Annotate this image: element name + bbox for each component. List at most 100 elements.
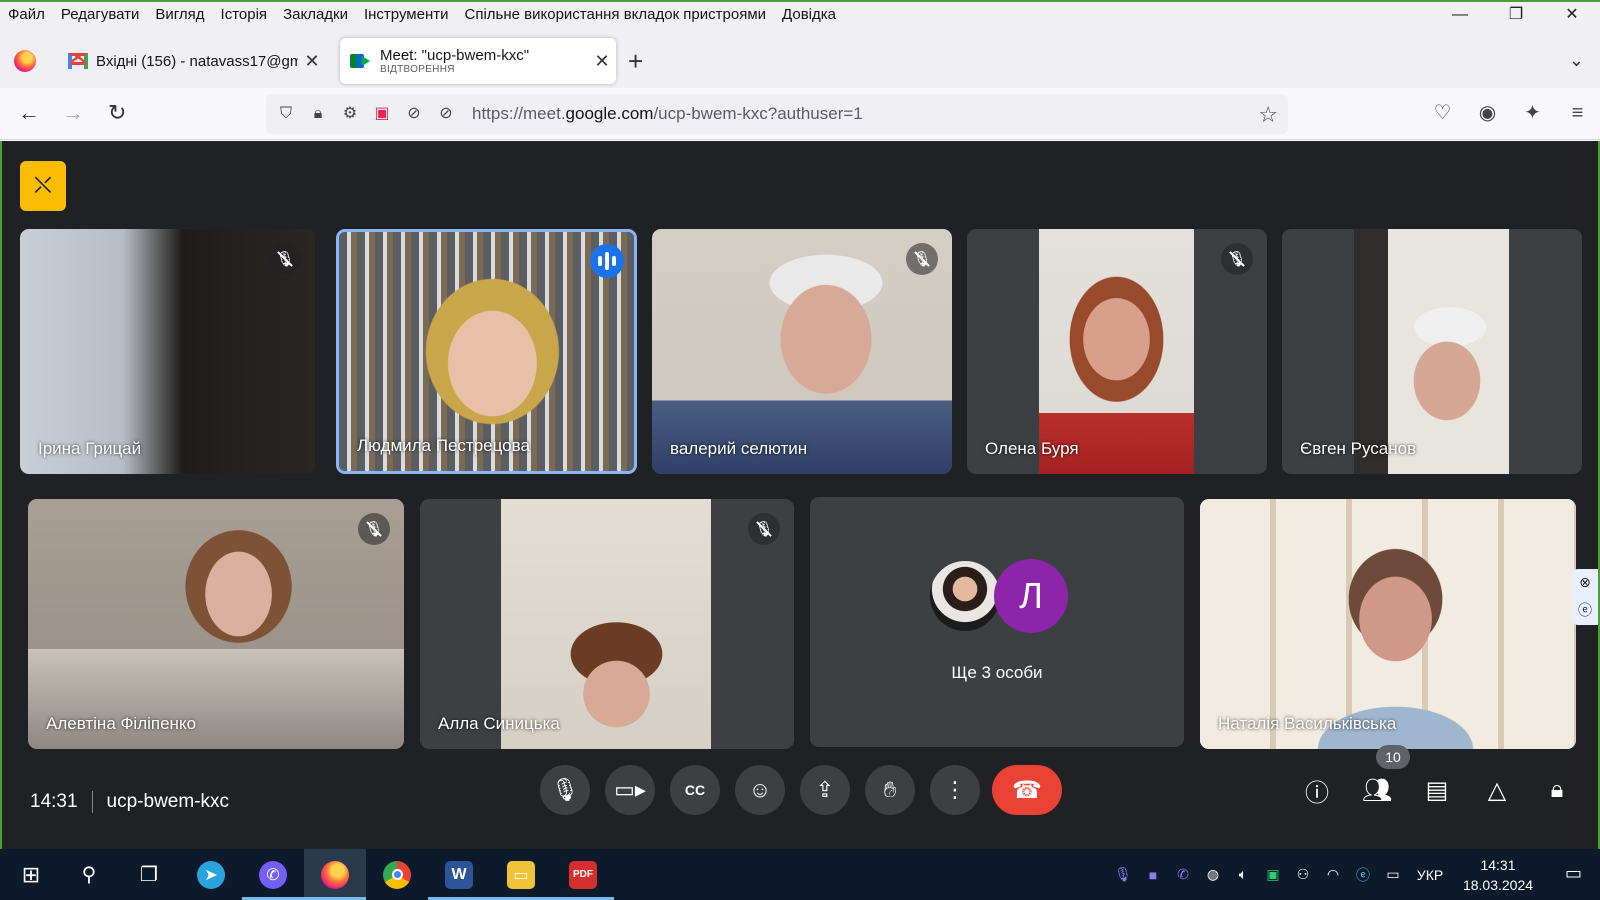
microphone-off-icon: 🎙︎ [269, 243, 301, 275]
menu-bookmarks[interactable]: Закладки [275, 6, 356, 23]
participant-tile[interactable]: 🎙︎ Олена Буря [967, 229, 1267, 474]
tray-extension-icon[interactable]: ⓔ [1350, 865, 1376, 885]
microphone-blocked-icon[interactable]: ⊘ [402, 103, 426, 125]
participant-tile[interactable]: 🎙︎ Алла Синицька [420, 499, 794, 749]
participant-video [1200, 499, 1576, 749]
minimize-button[interactable]: — [1432, 2, 1488, 28]
close-tab-icon[interactable]: ✕ [588, 51, 616, 72]
tab-meet[interactable]: Meet: "ucp-bwem-kxc" ВІДТВОРЕННЯ ✕ [340, 38, 616, 84]
participant-name: Олена Буря [985, 439, 1079, 458]
tracking-protection-shield-icon[interactable]: ⛉ [274, 103, 298, 125]
tab-audio-playing-label: ВІДТВОРЕННЯ [380, 64, 455, 75]
participant-tile[interactable]: Євген Русанов [1282, 229, 1582, 474]
participant-tile[interactable]: 🎙︎ Алевтіна Філіпенко [28, 499, 404, 749]
reactions-button[interactable]: ☺ [735, 765, 785, 815]
file-explorer-app[interactable]: ▭ [490, 849, 552, 900]
pocket-icon[interactable]: ♡ [1420, 98, 1465, 128]
new-tab-button[interactable]: + [628, 48, 643, 74]
more-participants-tile[interactable]: Л Ще 3 особи [810, 497, 1184, 747]
address-bar[interactable]: ⛉ 🔒︎ ⚙︎ ▣ ⊘ ⊘ https://meet.google.com/uc… [266, 94, 1288, 134]
participant-tile[interactable]: 🎙︎ валерий селютин [652, 229, 952, 474]
list-all-tabs-icon[interactable]: ⌄ [1569, 50, 1584, 71]
meeting-details-button[interactable]: ⓘ [1296, 769, 1338, 811]
activities-button[interactable]: △ [1476, 769, 1518, 811]
menu-history[interactable]: Історія [213, 6, 276, 23]
viber-app[interactable]: ✆ [242, 849, 304, 900]
tray-network-globe-icon[interactable]: ◍ [1200, 866, 1226, 883]
word-icon: W [445, 860, 473, 889]
participant-name: валерий селютин [670, 439, 808, 458]
taskbar-date: 18.03.2024 [1462, 877, 1534, 893]
host-controls-button[interactable]: 🔒︎ [1536, 769, 1578, 811]
leave-call-button[interactable]: ☎︎ [992, 765, 1062, 815]
reload-button[interactable]: ↻ [108, 100, 126, 126]
raise-hand-button[interactable]: ✋︎ [865, 765, 915, 815]
extensions-icon[interactable]: ✦ [1510, 98, 1555, 128]
present-screen-button[interactable]: ⇪ [800, 765, 850, 815]
close-window-button[interactable]: ✕ [1544, 2, 1600, 28]
tray-users-icon[interactable]: ⚇ [1290, 866, 1316, 883]
chat-button[interactable]: ▤ [1416, 769, 1458, 811]
menu-tab-sharing[interactable]: Спільне використання вкладок пристроями [457, 6, 775, 23]
screen-blocked-icon[interactable]: ⊘ [434, 103, 458, 125]
tray-battery-icon[interactable]: ▭ [1380, 866, 1406, 883]
telegram-app[interactable]: ➤ [180, 849, 242, 900]
forward-button[interactable]: → [62, 100, 84, 126]
back-button[interactable]: ← [18, 100, 40, 126]
word-app[interactable]: W [428, 849, 490, 900]
microphone-off-icon: 🎙︎ [906, 243, 938, 275]
captions-button[interactable]: CC [670, 765, 720, 815]
account-icon[interactable]: ◉ [1465, 98, 1510, 128]
firefox-app[interactable] [304, 849, 366, 900]
extension-e-icon[interactable]: ⓔ [1578, 600, 1592, 620]
camera-sharing-icon[interactable]: ▣ [370, 103, 394, 125]
tray-camera-icon[interactable]: ■ [1140, 867, 1166, 883]
participant-avatar [928, 559, 1002, 633]
firefox-view-icon[interactable] [14, 50, 36, 72]
tray-language[interactable]: УКР [1410, 867, 1450, 883]
recording-icon[interactable]: ⛌ [20, 161, 66, 211]
tray-volume-icon[interactable]: 🔈︎ [1230, 866, 1256, 883]
menu-edit[interactable]: Редагувати [53, 6, 148, 23]
participant-video [1039, 229, 1194, 474]
people-button[interactable]: 👥︎ [1356, 769, 1398, 811]
bookmark-star-icon[interactable]: ☆ [1258, 102, 1278, 128]
more-options-button[interactable]: ⋮ [930, 765, 980, 815]
menu-help[interactable]: Довідка [774, 6, 844, 23]
app-menu-icon[interactable]: ≡ [1555, 98, 1600, 128]
tray-microphone-icon[interactable]: 🎙︎ [1110, 866, 1136, 883]
menu-file[interactable]: Файл [0, 6, 53, 23]
camera-button[interactable]: ▭▸ [605, 765, 655, 815]
permissions-icon[interactable]: ⚙︎ [338, 103, 362, 125]
participant-tile-active[interactable]: Людмила Пестрецова [336, 229, 637, 474]
participant-tile[interactable]: 🎙︎ Ірина Грицай [20, 229, 315, 474]
google-meet-icon [350, 50, 372, 72]
task-view-button[interactable]: ❐ [118, 849, 180, 900]
lock-icon[interactable]: 🔒︎ [306, 103, 330, 125]
close-tab-icon[interactable]: ✕ [298, 51, 326, 72]
participant-tile[interactable]: Наталія Васильківська [1200, 499, 1576, 749]
pdf-app[interactable]: PDF [552, 849, 614, 900]
navigation-bar: ← → ↻ ⛉ 🔒︎ ⚙︎ ▣ ⊘ ⊘ https://meet.google.… [0, 88, 1600, 140]
menu-tools[interactable]: Інструменти [356, 6, 457, 23]
tab-strip: Вхідні (156) - natavass17@gmai ✕ Meet: "… [0, 26, 1600, 88]
speaking-indicator-icon [590, 244, 624, 278]
menu-view[interactable]: Вигляд [147, 6, 212, 23]
notification-center-icon[interactable]: ▭ [1565, 863, 1582, 884]
microphone-button[interactable]: 🎙︎ [540, 765, 590, 815]
tab-gmail[interactable]: Вхідні (156) - natavass17@gmai ✕ [58, 38, 326, 84]
taskbar-clock[interactable]: 14:31 18.03.2024 [1456, 855, 1540, 895]
restore-button[interactable]: ❐ [1488, 2, 1544, 28]
tray-wifi-icon[interactable]: ◠ [1320, 866, 1346, 883]
tray-app-icon[interactable]: ▣ [1260, 866, 1286, 883]
search-button[interactable]: ⚲ [58, 849, 120, 900]
start-button[interactable]: ⊞ [0, 849, 62, 900]
meeting-code: ucp-bwem-kxc [106, 791, 230, 812]
extension-side-widget[interactable]: ⊗ ⓔ [1572, 569, 1598, 625]
participant-name: Євген Русанов [1300, 439, 1417, 458]
tab-texts: Meet: "ucp-bwem-kxc" ВІДТВОРЕННЯ [380, 47, 588, 75]
close-circle-icon[interactable]: ⊗ [1579, 574, 1591, 591]
tray-viber-icon[interactable]: ✆ [1170, 866, 1196, 883]
chrome-app[interactable] [366, 849, 428, 900]
url-host: google.com [565, 104, 654, 123]
